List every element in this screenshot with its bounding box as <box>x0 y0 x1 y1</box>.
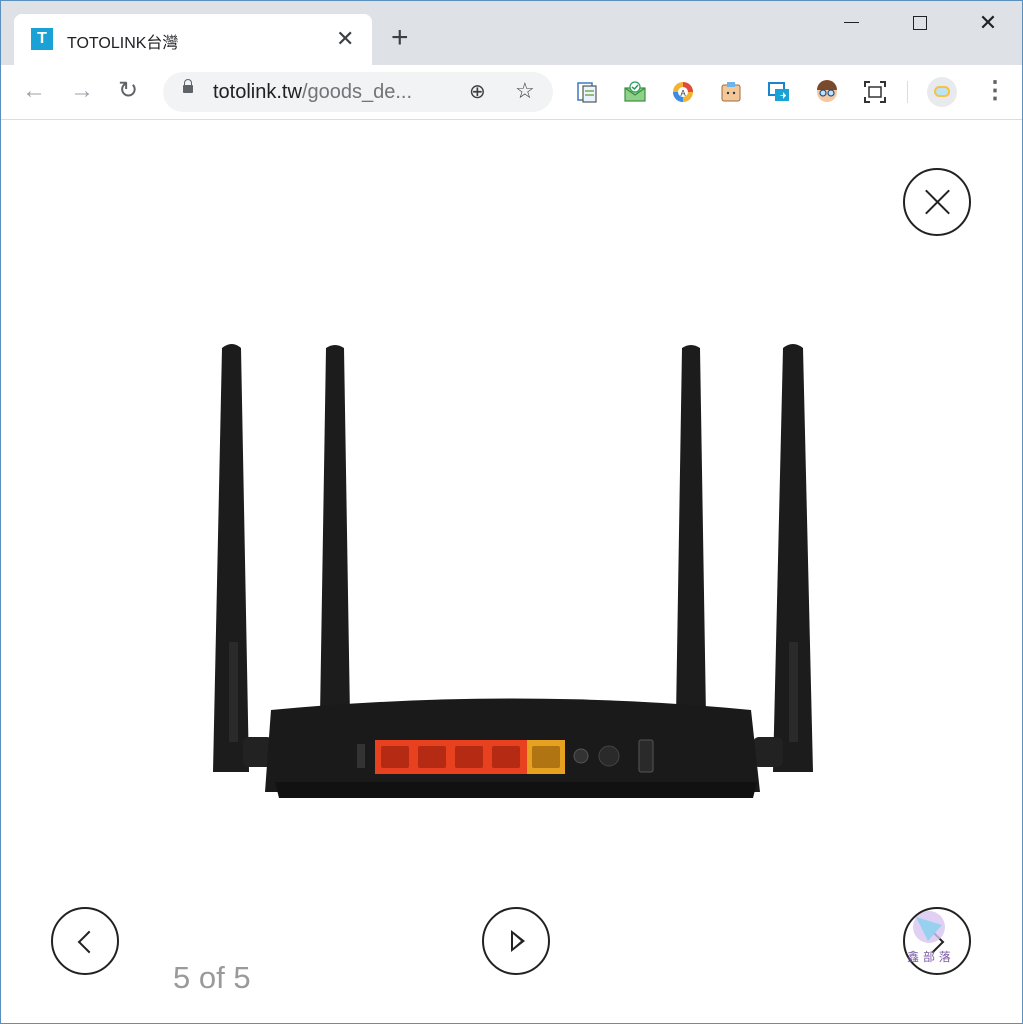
address-bar[interactable]: totolink.tw/goods_de... ⊕ ☆ <box>163 72 553 112</box>
totolink-favicon-icon: T <box>31 28 53 50</box>
back-button[interactable]: ← <box>22 79 46 103</box>
forward-button[interactable]: → <box>70 79 94 103</box>
url-text[interactable]: totolink.tw/goods_de... <box>213 81 412 104</box>
shield-a-icon[interactable]: A <box>670 79 696 105</box>
window-close-button[interactable]: ✕ <box>968 8 1008 38</box>
chevron-left-icon <box>77 930 101 954</box>
slide-counter: 5 of 5 <box>173 960 251 995</box>
lock-icon[interactable] <box>183 79 193 93</box>
lightbox-close-button[interactable] <box>903 168 971 236</box>
zoom-icon[interactable]: ⊕ <box>469 79 486 104</box>
browser-tab[interactable]: T TOTOLINK台灣 ✕ <box>14 14 372 65</box>
tab-close-icon[interactable]: ✕ <box>336 27 354 51</box>
screenshot-frame-icon[interactable] <box>862 79 888 105</box>
face-glasses-icon[interactable] <box>814 79 840 105</box>
maximize-button[interactable] <box>900 8 940 38</box>
new-tab-button[interactable]: + <box>391 23 409 53</box>
tab-title: TOTOLINK台灣 <box>67 35 179 52</box>
url-path: /goods_de... <box>301 81 413 103</box>
browser-menu-icon[interactable]: ⋮ <box>983 79 1007 103</box>
notes-icon[interactable] <box>574 79 600 105</box>
clipboard-face-icon[interactable] <box>718 79 744 105</box>
browser-toolbar: ← → ↻ totolink.tw/goods_de... ⊕ ☆ A ⋮ <box>0 65 1023 120</box>
screen-share-icon[interactable] <box>766 79 792 105</box>
play-icon <box>511 930 525 952</box>
toolbar-separator <box>907 81 908 103</box>
reload-button[interactable]: ↻ <box>118 79 138 103</box>
watermark-text: 鑫 部 落 <box>907 949 951 964</box>
router-product-image <box>213 344 813 798</box>
minimize-button[interactable] <box>832 8 872 38</box>
title-bar: T TOTOLINK台灣 ✕ + ✕ <box>0 0 1023 65</box>
watermark-logo: 鑫 部 落 <box>907 911 951 964</box>
play-button[interactable] <box>482 907 550 975</box>
previous-button[interactable] <box>51 907 119 975</box>
url-domain: totolink.tw <box>213 81 302 103</box>
profile-avatar-icon[interactable] <box>927 77 957 107</box>
lightbox: 5 of 5 鑫 部 落 <box>0 120 1023 1024</box>
bookmark-star-icon[interactable]: ☆ <box>515 78 535 104</box>
svg-text:A: A <box>680 89 686 98</box>
mail-check-icon[interactable] <box>622 79 648 105</box>
